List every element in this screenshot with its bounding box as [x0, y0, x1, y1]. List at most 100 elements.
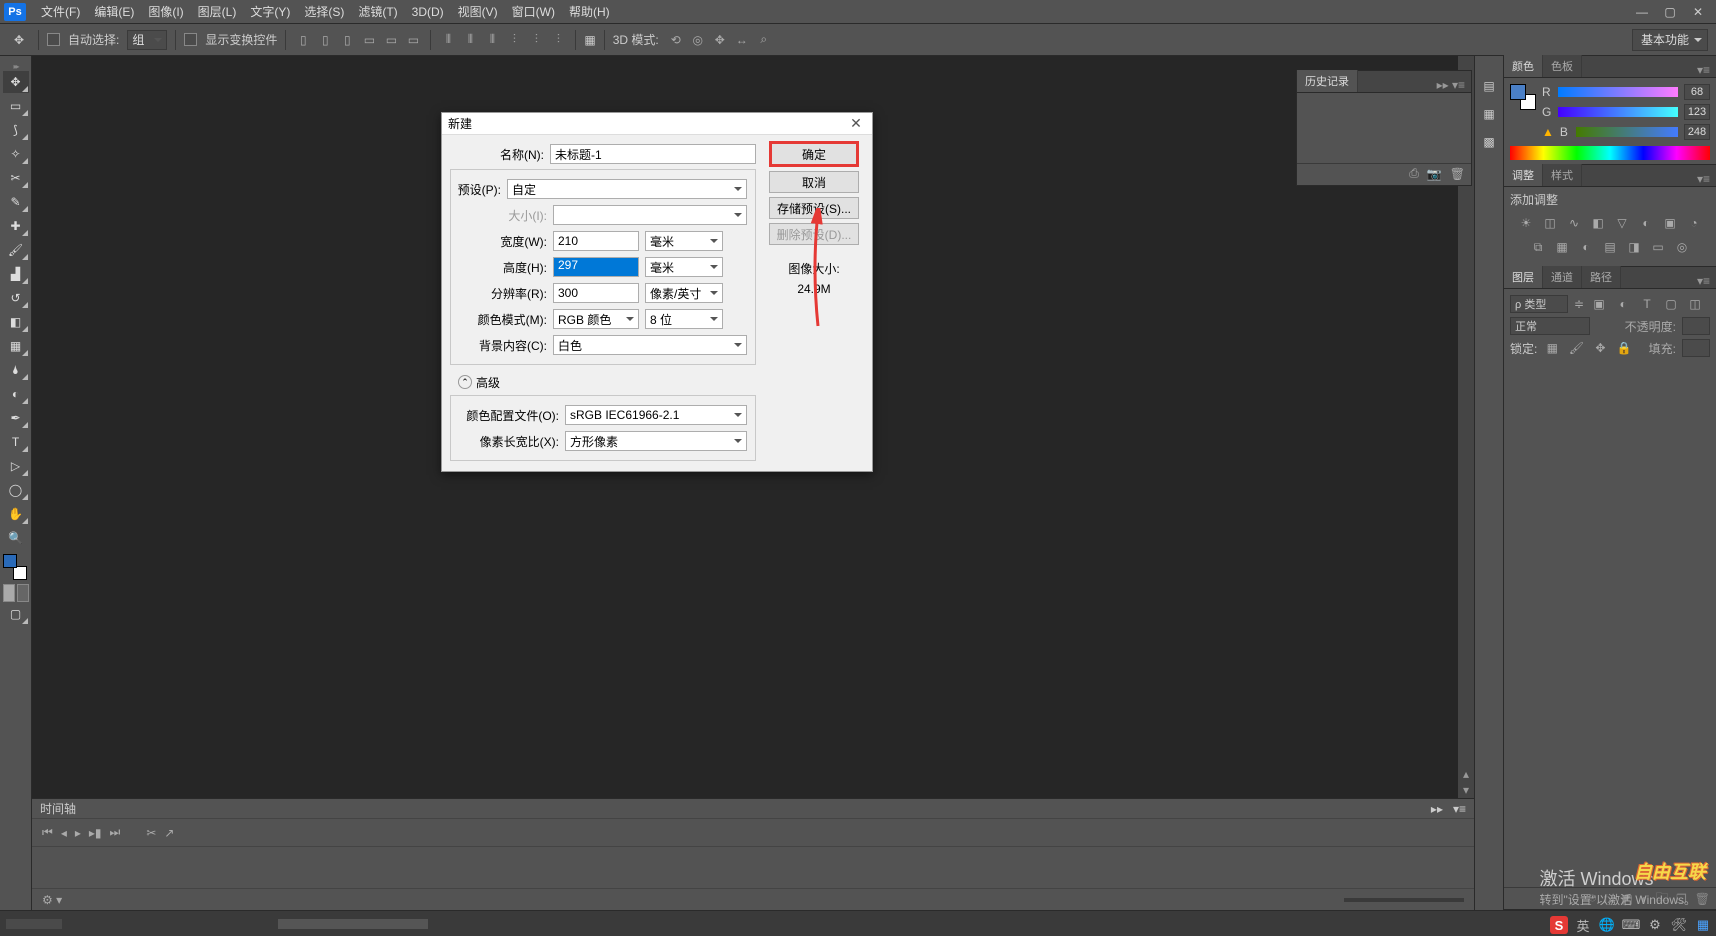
bit-depth-select[interactable]: 8 位: [645, 309, 723, 329]
bg-select[interactable]: 白色: [553, 335, 747, 355]
align-right-icon[interactable]: ▯: [338, 31, 356, 49]
b-slider[interactable]: [1576, 127, 1678, 137]
lock-all-icon[interactable]: 🔒: [1615, 339, 1633, 357]
lock-position-icon[interactable]: ✥: [1591, 339, 1609, 357]
horizontal-scroll[interactable]: [68, 917, 1710, 931]
foreground-background-color[interactable]: [3, 554, 29, 580]
panel-menu-icon[interactable]: ▾≡: [1691, 274, 1716, 288]
type-tool[interactable]: T: [3, 431, 29, 453]
menu-layer[interactable]: 图层(L): [191, 3, 244, 20]
channels-tab[interactable]: 通道: [1543, 266, 1582, 288]
swatches-tab[interactable]: 色板: [1543, 55, 1582, 77]
quick-mask-toggle[interactable]: [3, 584, 29, 602]
window-close-button[interactable]: ✕: [1684, 3, 1712, 21]
tray-gear-icon[interactable]: ⚙: [1646, 916, 1664, 934]
3d-zoom-icon[interactable]: ⌕: [755, 31, 773, 49]
history-tab[interactable]: 历史记录: [1297, 70, 1358, 92]
dist-5-icon[interactable]: ⫶: [527, 31, 545, 49]
pixel-aspect-select[interactable]: 方形像素: [565, 431, 747, 451]
save-preset-button[interactable]: 存储预设(S)...: [769, 197, 859, 219]
filter-adjust-icon[interactable]: ◐: [1614, 295, 1632, 313]
history-brush-tool[interactable]: ↺: [3, 287, 29, 309]
collapse-icon[interactable]: ▸▸: [1431, 802, 1443, 816]
styles-tab[interactable]: 样式: [1543, 164, 1582, 186]
menu-window[interactable]: 窗口(W): [505, 3, 562, 20]
pen-tool[interactable]: ✒: [3, 407, 29, 429]
exposure-icon[interactable]: ◧: [1589, 214, 1607, 232]
color-mode-select[interactable]: RGB 颜色: [553, 309, 639, 329]
magic-wand-tool[interactable]: ✧: [3, 143, 29, 165]
photofilter-icon[interactable]: ◔: [1685, 214, 1703, 232]
gamut-warning-icon[interactable]: ▲: [1542, 125, 1554, 139]
dist-3-icon[interactable]: ⫴: [483, 31, 501, 49]
sogou-ime-icon[interactable]: S: [1550, 916, 1568, 934]
eraser-tool[interactable]: ◧: [3, 311, 29, 333]
r-slider[interactable]: [1558, 87, 1678, 97]
advanced-toggle[interactable]: ⌃ 高级: [458, 371, 756, 393]
healing-brush-tool[interactable]: ✚: [3, 215, 29, 237]
auto-align-icon[interactable]: ▦: [584, 33, 595, 47]
panel-menu-icon[interactable]: ▾≡: [1452, 78, 1465, 92]
history-new-icon[interactable]: 📷: [1427, 167, 1442, 181]
height-unit[interactable]: 毫米: [645, 257, 723, 277]
filter-pixel-icon[interactable]: ▣: [1590, 295, 1608, 313]
show-transform-checkbox[interactable]: [184, 33, 197, 46]
dialog-close-button[interactable]: ✕: [846, 115, 866, 132]
paths-tab[interactable]: 路径: [1582, 266, 1621, 288]
collapse-icon[interactable]: ▸▸: [1437, 78, 1449, 92]
menu-help[interactable]: 帮助(H): [562, 3, 617, 20]
menu-edit[interactable]: 编辑(E): [87, 3, 141, 20]
invert-icon[interactable]: ◐: [1577, 238, 1595, 256]
blend-mode[interactable]: 正常: [1510, 317, 1590, 335]
width-input[interactable]: [553, 231, 639, 251]
zoom-tool[interactable]: 🔍: [3, 527, 29, 549]
dist-2-icon[interactable]: ⫴: [461, 31, 479, 49]
menu-3d[interactable]: 3D(D): [405, 5, 451, 19]
gradientmap-icon[interactable]: ▭: [1649, 238, 1667, 256]
workspace-switcher[interactable]: 基本功能: [1632, 29, 1708, 51]
dist-1-icon[interactable]: ⫴: [439, 31, 457, 49]
menu-view[interactable]: 视图(V): [451, 3, 505, 20]
align-bottom-icon[interactable]: ▭: [404, 31, 422, 49]
menu-image[interactable]: 图像(I): [141, 3, 190, 20]
window-maximize-button[interactable]: ▢: [1656, 3, 1684, 21]
lock-pixels-icon[interactable]: 🖌: [1567, 339, 1585, 357]
r-value[interactable]: 68: [1684, 84, 1710, 100]
scroll-down-icon[interactable]: ▾: [1458, 782, 1474, 798]
color-tab[interactable]: 颜色: [1504, 55, 1543, 77]
cancel-button[interactable]: 取消: [769, 171, 859, 193]
history-delete-icon[interactable]: 🗑: [1450, 167, 1465, 181]
dock-paragraph-icon[interactable]: ▩: [1479, 132, 1499, 152]
filter-shape-icon[interactable]: ▢: [1662, 295, 1680, 313]
dist-4-icon[interactable]: ⫶: [505, 31, 523, 49]
tl-last-icon[interactable]: ⏭: [110, 825, 121, 840]
scroll-up-icon[interactable]: ▴: [1458, 766, 1474, 782]
ime-lang-icon[interactable]: 英: [1574, 916, 1592, 934]
curves-icon[interactable]: ∿: [1565, 214, 1583, 232]
layers-tab[interactable]: 图层: [1504, 266, 1543, 288]
menu-type[interactable]: 文字(Y): [243, 3, 297, 20]
tray-tool-icon[interactable]: 🛠: [1670, 916, 1688, 934]
b-value[interactable]: 248: [1684, 124, 1710, 140]
align-top-icon[interactable]: ▭: [360, 31, 378, 49]
filter-type-icon[interactable]: T: [1638, 295, 1656, 313]
align-left-icon[interactable]: ▯: [294, 31, 312, 49]
adjust-tab[interactable]: 调整: [1504, 164, 1543, 186]
delete-layer-icon[interactable]: 🗑: [1695, 892, 1710, 906]
tl-transition-icon[interactable]: ↗: [164, 826, 174, 840]
menu-filter[interactable]: 滤镜(T): [351, 3, 404, 20]
eyedropper-tool[interactable]: ✎: [3, 191, 29, 213]
bw-icon[interactable]: ▣: [1661, 214, 1679, 232]
tray-grid-icon[interactable]: ▦: [1694, 916, 1712, 934]
3d-slide-icon[interactable]: ↔: [733, 31, 751, 49]
posterize-icon[interactable]: ▤: [1601, 238, 1619, 256]
lock-transparent-icon[interactable]: ▦: [1543, 339, 1561, 357]
tl-first-icon[interactable]: ⏮: [42, 825, 53, 840]
dock-char-icon[interactable]: ▦: [1479, 104, 1499, 124]
align-middle-icon[interactable]: ▭: [382, 31, 400, 49]
history-snapshot-icon[interactable]: ⎙: [1409, 166, 1419, 181]
resolution-unit[interactable]: 像素/英寸: [645, 283, 723, 303]
menu-select[interactable]: 选择(S): [297, 3, 351, 20]
dock-guides-icon[interactable]: ▤: [1479, 76, 1499, 96]
levels-icon[interactable]: ◫: [1541, 214, 1559, 232]
